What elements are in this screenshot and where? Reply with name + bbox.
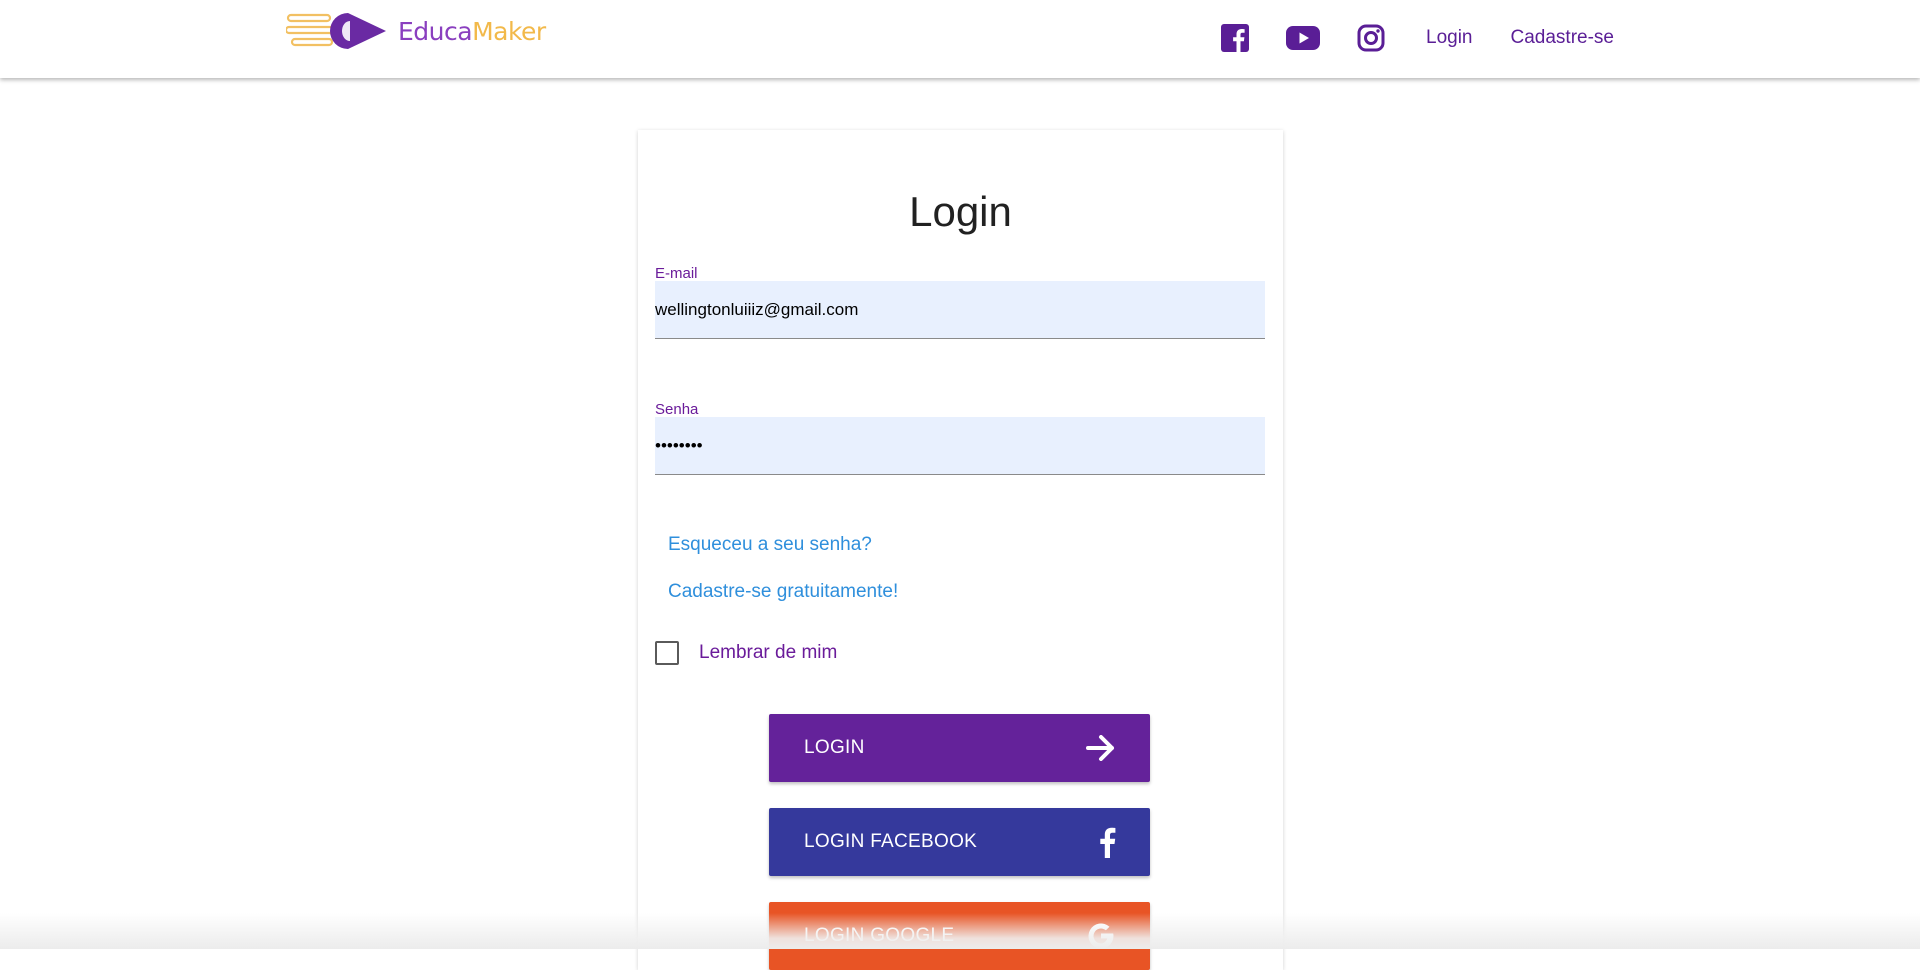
brand-name-part2: Maker: [472, 17, 546, 46]
login-card: Login E-mail Senha Esqueceu a seu senha?…: [638, 130, 1283, 970]
instagram-icon[interactable]: [1354, 21, 1388, 55]
login-facebook-button[interactable]: LOGIN FACEBOOK: [769, 808, 1150, 876]
login-google-button-label: LOGIN GOOGLE: [804, 925, 954, 947]
login-button-label: LOGIN: [804, 737, 865, 759]
nav-signup-link[interactable]: Cadastre-se: [1511, 27, 1615, 49]
remember-me[interactable]: Lembrar de mim: [655, 641, 837, 665]
logo-icon: [286, 6, 396, 56]
password-field[interactable]: [655, 417, 1265, 475]
page-title: Login: [638, 188, 1283, 236]
remember-me-checkbox[interactable]: [655, 641, 679, 665]
login-facebook-button-label: LOGIN FACEBOOK: [804, 831, 977, 853]
brand-name-part1: Educa: [398, 17, 472, 46]
educamaker-logo[interactable]: EducaMaker: [286, 6, 546, 56]
facebook-f-icon: [1098, 826, 1116, 858]
signup-free-link[interactable]: Cadastre-se gratuitamente!: [668, 581, 898, 603]
forgot-password-link[interactable]: Esqueceu a seu senha?: [668, 534, 872, 556]
youtube-icon[interactable]: [1286, 21, 1320, 55]
top-navbar: EducaMaker Login Cadastre-se: [0, 0, 1920, 78]
email-field[interactable]: [655, 281, 1265, 339]
login-button[interactable]: LOGIN: [769, 714, 1150, 782]
brand-name: EducaMaker: [398, 17, 546, 46]
arrow-right-icon: [1086, 735, 1116, 761]
nav-login-link[interactable]: Login: [1426, 27, 1473, 49]
password-label: Senha: [655, 401, 698, 418]
facebook-icon[interactable]: [1218, 21, 1252, 55]
nav-links: Login Cadastre-se: [1218, 18, 1614, 58]
login-google-button[interactable]: LOGIN GOOGLE: [769, 902, 1150, 970]
remember-me-label: Lembrar de mim: [699, 642, 837, 664]
google-g-icon: [1086, 921, 1116, 951]
email-label: E-mail: [655, 265, 698, 282]
